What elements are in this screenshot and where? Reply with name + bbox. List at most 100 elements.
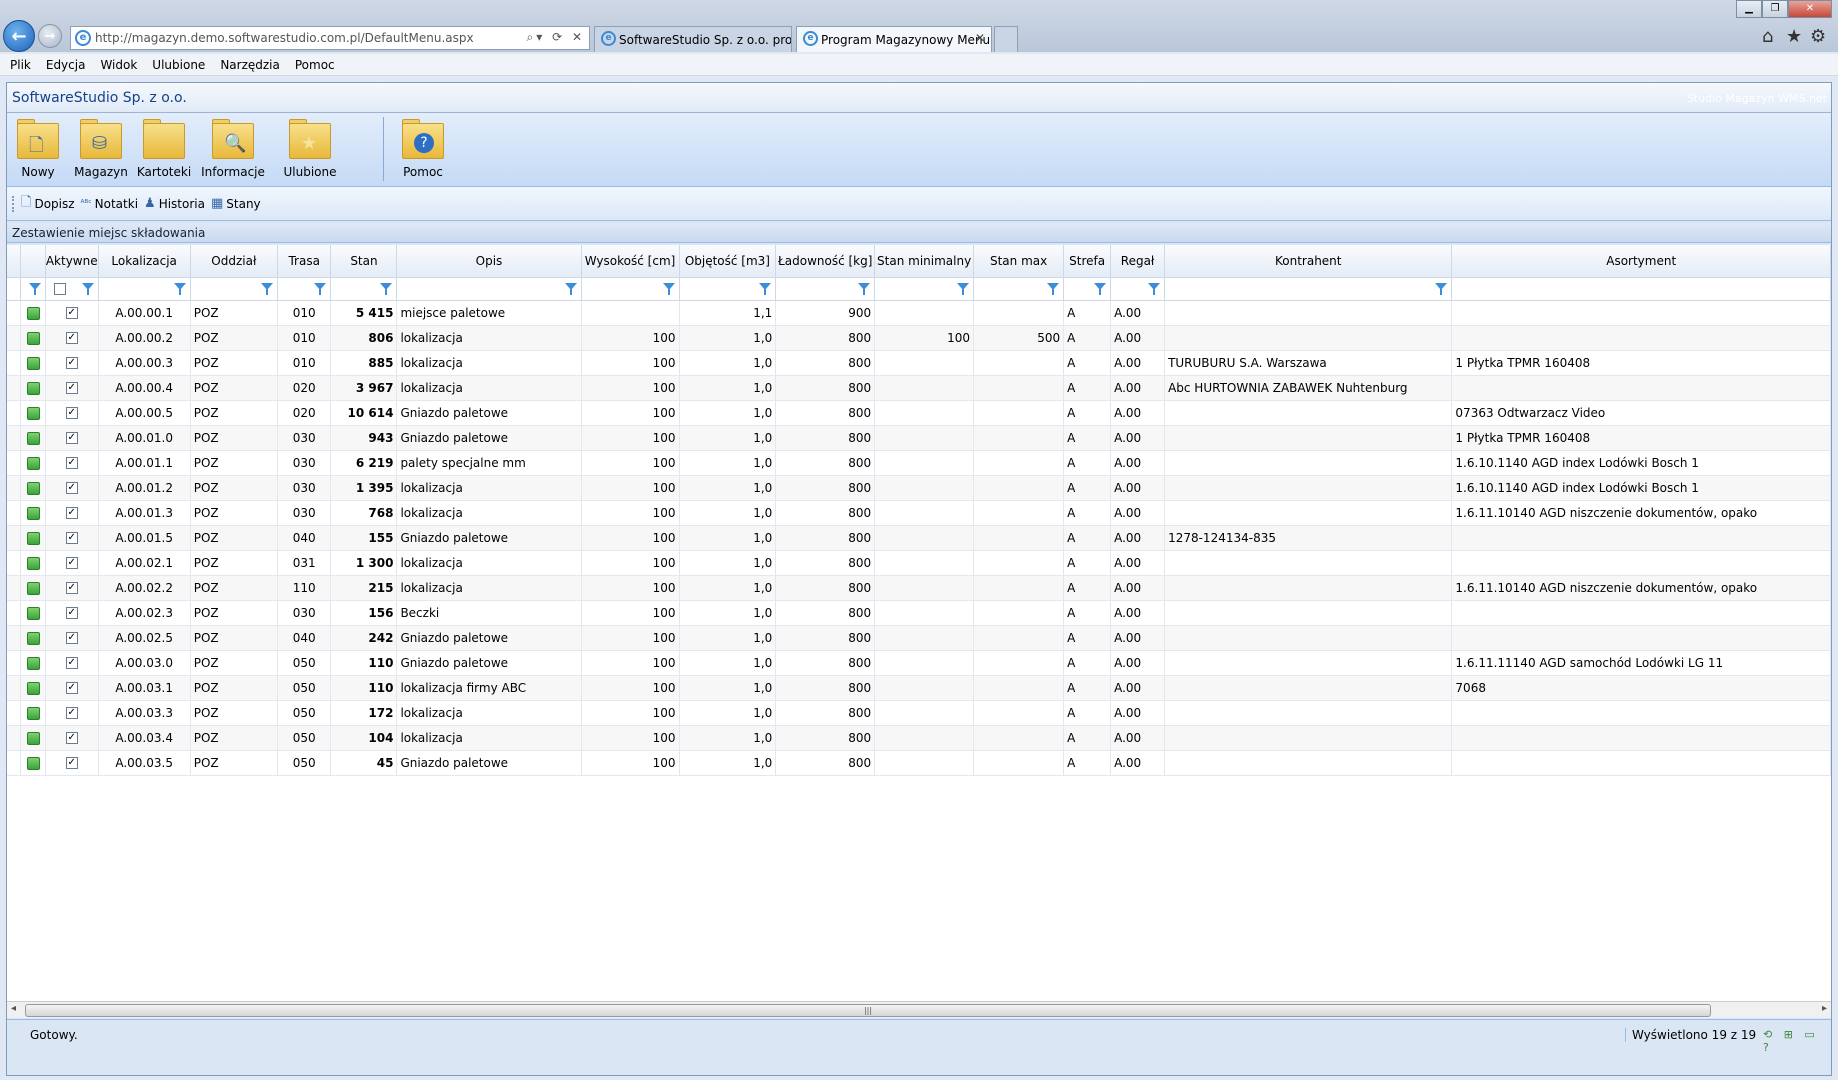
aktywne-checkbox[interactable]: ✓ [65, 557, 78, 569]
row-indicator[interactable] [7, 475, 22, 501]
row-indicator[interactable] [7, 675, 22, 701]
filter-cell[interactable] [20, 277, 46, 301]
filter-icon[interactable] [957, 282, 970, 295]
col-header-kontrahent[interactable]: Kontrahent [1164, 245, 1453, 278]
filter-cell[interactable] [973, 277, 1065, 301]
browser-tab-1[interactable]: eSoftwareStudio Sp. z o.o. prod... [594, 26, 792, 52]
filter-icon[interactable] [564, 282, 577, 295]
filter-cell[interactable] [277, 277, 332, 301]
filter-icon[interactable] [858, 282, 871, 295]
table-row[interactable]: ✓ A.00.02.5 POZ 040 242 Gniazdo paletowe 100 1,… [7, 625, 1831, 651]
filter-icon[interactable] [380, 282, 393, 295]
col-header-ladownosc[interactable]: Ładowność [kg] [775, 245, 876, 278]
scroll-left-arrow-icon[interactable]: ◂ [11, 1003, 16, 1014]
filter-cell[interactable] [98, 277, 191, 301]
aktywne-checkbox[interactable]: ✓ [65, 482, 78, 494]
aktywne-checkbox[interactable]: ✓ [65, 582, 78, 594]
table-row[interactable]: ✓ A.00.00.1 POZ 010 5 415 miejsce paletowe 1,1… [7, 300, 1831, 326]
new-tab-button[interactable] [994, 26, 1018, 52]
ribbon-pomoc-button[interactable]: ? Pomoc [397, 117, 449, 179]
row-indicator[interactable] [7, 600, 22, 626]
aktywne-cell[interactable]: ✓ [45, 375, 99, 401]
col-header-status[interactable] [20, 245, 46, 278]
notatki-button[interactable]: ᴬᴮᶜ Notatki [81, 197, 138, 211]
row-indicator[interactable] [7, 725, 22, 751]
filter-cell[interactable] [396, 277, 582, 301]
col-header-stan-max[interactable]: Stan max [973, 245, 1065, 278]
col-header-objetosc[interactable]: Objętość [m3] [679, 245, 777, 278]
filter-cell[interactable] [1164, 277, 1453, 301]
aktywne-checkbox[interactable]: ✓ [65, 532, 78, 544]
col-header-trasa[interactable]: Trasa [277, 245, 332, 278]
aktywne-cell[interactable]: ✓ [45, 350, 99, 376]
row-indicator[interactable] [7, 550, 22, 576]
table-row[interactable]: ✓ A.00.03.5 POZ 050 45 Gniazdo paletowe 100 1,0… [7, 750, 1831, 776]
filter-cell[interactable] [1110, 277, 1166, 301]
table-row[interactable]: ✓ A.00.03.4 POZ 050 104 lokalizacja 100 1,0 800 A… [7, 725, 1831, 751]
filter-icon[interactable] [759, 282, 772, 295]
dopisz-button[interactable]: 🗋 Dopisz [21, 193, 75, 215]
filter-cell[interactable] [190, 277, 278, 301]
aktywne-cell[interactable]: ✓ [45, 300, 99, 326]
aktywne-checkbox[interactable]: ✓ [65, 382, 78, 394]
aktywne-checkbox[interactable]: ✓ [65, 307, 78, 319]
address-controls-icon[interactable]: ⌕▾ ⟳ ✕ [527, 30, 585, 45]
ribbon-informacje-button[interactable]: 🔍 Informacje [197, 117, 269, 179]
table-row[interactable]: ✓ A.00.01.0 POZ 030 943 Gniazdo paletowe 100 1,… [7, 425, 1831, 451]
aktywne-cell[interactable]: ✓ [45, 475, 99, 501]
row-indicator[interactable] [7, 300, 22, 326]
filter-icon[interactable] [1047, 282, 1060, 295]
aktywne-cell[interactable]: ✓ [45, 725, 99, 751]
menu-ulubione[interactable]: Ulubione [152, 58, 205, 72]
home-icon[interactable]: ⌂ [1762, 26, 1773, 47]
aktywne-checkbox[interactable]: ✓ [65, 407, 78, 419]
filter-cell[interactable] [330, 277, 398, 301]
scrollbar-thumb[interactable]: ||| [25, 1004, 1711, 1017]
row-indicator[interactable] [7, 375, 22, 401]
filter-checkbox[interactable] [53, 282, 66, 295]
aktywne-checkbox[interactable]: ✓ [65, 457, 78, 469]
aktywne-checkbox[interactable]: ✓ [65, 607, 78, 619]
row-indicator[interactable] [7, 500, 22, 526]
row-indicator[interactable] [7, 750, 22, 776]
aktywne-checkbox[interactable]: ✓ [65, 707, 78, 719]
aktywne-cell[interactable]: ✓ [45, 625, 99, 651]
menu-edycja[interactable]: Edycja [46, 58, 86, 72]
row-indicator[interactable] [7, 525, 22, 551]
minimize-icon[interactable]: ▁ [1736, 0, 1762, 18]
table-row[interactable]: ✓ A.00.02.1 POZ 031 1 300 lokalizacja 100 1,0 80… [7, 550, 1831, 576]
aktywne-cell[interactable]: ✓ [45, 325, 99, 351]
ribbon-ulubione-button[interactable]: ★ Ulubione [281, 117, 339, 179]
aktywne-checkbox[interactable]: ✓ [65, 757, 78, 769]
aktywne-cell[interactable]: ✓ [45, 450, 99, 476]
scroll-right-arrow-icon[interactable]: ▸ [1822, 1003, 1827, 1014]
col-header-wysokosc[interactable]: Wysokość [cm] [581, 245, 680, 278]
aktywne-checkbox[interactable]: ✓ [65, 632, 78, 644]
col-header-stan[interactable]: Stan [330, 245, 398, 278]
aktywne-cell[interactable]: ✓ [45, 500, 99, 526]
menu-plik[interactable]: Plik [10, 58, 31, 72]
address-bar[interactable]: e http://magazyn.demo.softwarestudio.com… [70, 26, 590, 50]
filter-icon[interactable] [173, 282, 186, 295]
aktywne-cell[interactable]: ✓ [45, 400, 99, 426]
aktywne-checkbox[interactable]: ✓ [65, 357, 78, 369]
aktywne-cell[interactable]: ✓ [45, 675, 99, 701]
restore-icon[interactable]: ❐ [1762, 0, 1788, 18]
table-row[interactable]: ✓ A.00.00.3 POZ 010 885 lokalizacja 100 1,0 800 A… [7, 350, 1831, 376]
col-header-oddzial[interactable]: Oddział [190, 245, 278, 278]
aktywne-checkbox[interactable]: ✓ [65, 332, 78, 344]
aktywne-cell[interactable]: ✓ [45, 525, 99, 551]
aktywne-checkbox[interactable]: ✓ [65, 657, 78, 669]
menu-pomoc[interactable]: Pomoc [295, 58, 335, 72]
filter-cell[interactable] [1063, 277, 1112, 301]
favorites-star-icon[interactable]: ★ [1786, 26, 1802, 47]
col-header-aktywne[interactable]: Aktywne [45, 245, 99, 278]
menu-narzedzia[interactable]: Narzędzia [220, 58, 280, 72]
filter-icon[interactable] [28, 282, 41, 295]
table-row[interactable]: ✓ A.00.01.2 POZ 030 1 395 lokalizacja 100 1,0 80… [7, 475, 1831, 501]
table-row[interactable]: ✓ A.00.01.1 POZ 030 6 219 palety specjalne mm… [7, 450, 1831, 476]
filter-cell[interactable] [581, 277, 680, 301]
aktywne-cell[interactable]: ✓ [45, 550, 99, 576]
horizontal-scrollbar[interactable]: ◂ ||| ▸ [7, 1001, 1831, 1018]
forward-button[interactable]: → [38, 24, 62, 48]
